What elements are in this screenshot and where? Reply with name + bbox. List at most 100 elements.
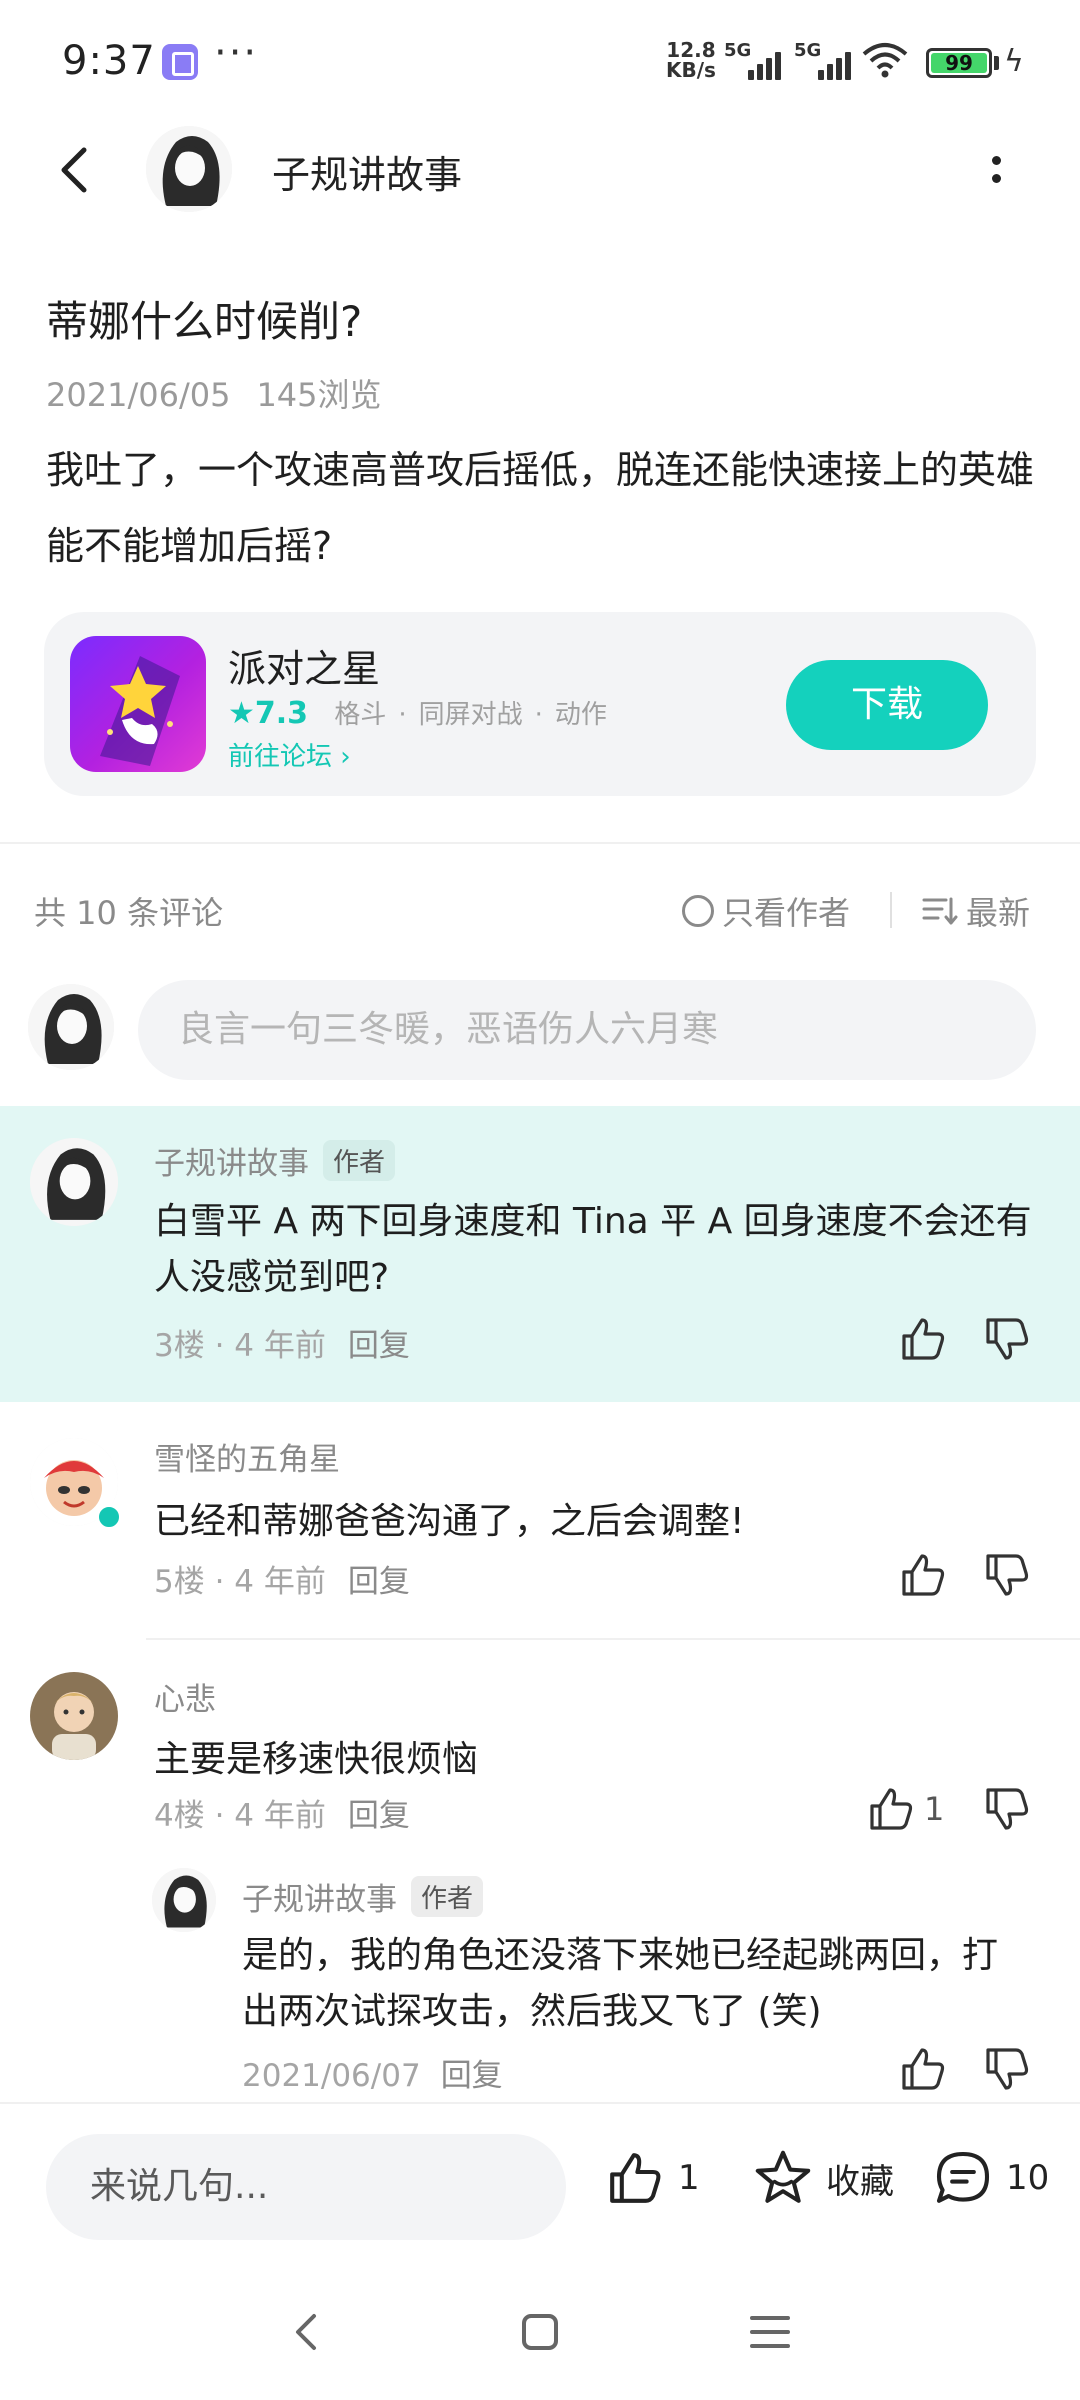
nav-back-icon[interactable] <box>278 2302 338 2362</box>
post-date: 2021/06/05 <box>46 376 231 414</box>
commenter-name[interactable]: 子规讲故事 作者 <box>154 1138 396 1183</box>
say-something-input[interactable]: 来说几句... <box>46 2134 566 2240</box>
comment-text: 已经和蒂娜爸爸沟通了，之后会调整! <box>154 1501 745 1542</box>
comment-text: 主要是移速快很烦恼 <box>154 1739 479 1780</box>
section-divider <box>0 842 1080 844</box>
game-icon[interactable] <box>70 636 206 772</box>
only-author-toggle[interactable]: 只看作者 <box>682 888 850 934</box>
nav-home-icon[interactable] <box>510 2302 570 2362</box>
thumbs-up-icon[interactable] <box>898 1550 948 1600</box>
star-icon <box>755 2150 811 2203</box>
status-time: 9:37 <box>62 38 156 84</box>
forum-link[interactable]: 前往论坛 › <box>228 736 351 773</box>
system-nav-bar <box>0 2262 1080 2400</box>
game-tag: 格斗 <box>334 700 387 730</box>
reply-button[interactable]: 回复 <box>348 1798 410 1834</box>
post-title: 蒂娜什么时候削? <box>46 297 363 346</box>
back-arrow-icon[interactable] <box>46 140 106 200</box>
game-card[interactable]: 派对之星 ★7.3 格斗 · 同屏对战 · 动作 前往论坛 › 下载 <box>44 612 1036 796</box>
game-tag: 动作 <box>554 700 607 730</box>
network-speed-unit: KB/s <box>666 58 716 82</box>
thumbs-up-icon[interactable] <box>866 1784 916 1834</box>
comment-text: 白雪平 A 两下回身速度和 Tina 平 A 回身速度不会还有人没感觉到吧? <box>154 1201 1032 1298</box>
thumbs-down-icon[interactable] <box>982 1550 1032 1600</box>
thumbs-down-icon[interactable] <box>982 1314 1032 1364</box>
toolbar-separator <box>890 892 892 928</box>
network-speed: 12.8 KB/s <box>666 40 716 80</box>
sort-label: 最新 <box>966 894 1031 932</box>
commenter-name-text: 雪怪的五角星 <box>154 1442 340 1478</box>
game-tag: 同屏对战 <box>418 700 523 730</box>
favorite-label: 收藏 <box>826 2161 894 2202</box>
author-avatar[interactable] <box>146 126 232 212</box>
sort-button[interactable]: 最新 <box>922 888 1030 934</box>
thumbs-down-icon[interactable] <box>982 2044 1032 2094</box>
comments-button[interactable]: 10 <box>932 2148 1049 2208</box>
commenter-name[interactable]: 心悲 <box>154 1674 216 1719</box>
post-comment-count: 10 <box>1006 2158 1050 2198</box>
signal-label-2: 5G <box>794 40 822 61</box>
signal-label: 5G <box>724 40 752 61</box>
thumbs-up-icon <box>610 2153 661 2203</box>
comment-meta: 5楼 · 4 年前 回复 <box>154 1556 410 1601</box>
radio-circle-icon <box>682 895 714 927</box>
thumbs-down-icon[interactable] <box>982 1784 1032 1834</box>
post-meta: 2021/06/05 145浏览 <box>46 370 382 416</box>
comment-item: 心悲 主要是移速快很烦恼 4楼 · 4 年前 回复 1 子规讲故事 作者 是的，我… <box>0 1640 1080 2100</box>
comment-count: 共 10 条评论 <box>34 894 224 932</box>
wifi-icon <box>862 43 908 78</box>
signal-icon: 5G <box>724 40 784 80</box>
battery-level: 99 <box>945 51 973 75</box>
more-notifications-icon: ··· <box>214 30 259 76</box>
author-badge: 作者 <box>323 1140 396 1181</box>
more-vertical-icon[interactable] <box>986 154 1006 194</box>
charging-icon: ϟ <box>1004 44 1024 79</box>
author-badge: 作者 <box>411 1876 484 1917</box>
reply-avatar[interactable] <box>152 1868 216 1932</box>
reply-button[interactable]: 回复 <box>348 1564 410 1600</box>
commenter-avatar[interactable] <box>30 1138 118 1226</box>
reply-text: 是的，我的角色还没落下来她已经起跳两回，打出两次试探攻击，然后我又飞了 (笑) <box>242 1935 999 2032</box>
favorite-button[interactable]: 收藏 <box>752 2148 894 2208</box>
reply-name[interactable]: 子规讲故事 作者 <box>242 1874 484 1919</box>
reply-button[interactable]: 回复 <box>348 1328 410 1364</box>
sort-icon <box>922 897 958 925</box>
thumbs-up-icon[interactable] <box>898 2044 948 2094</box>
game-meta: ★7.3 格斗 · 同屏对战 · 动作 <box>228 696 607 731</box>
reply-button[interactable]: 回复 <box>441 2058 503 2094</box>
battery-icon: 99 <box>926 48 992 78</box>
comment-meta: 4楼 · 4 年前 回复 <box>154 1790 410 1835</box>
network-speed-value: 12.8 <box>666 38 716 62</box>
comment-floor: 4楼 · 4 年前 <box>154 1798 326 1834</box>
verified-icon <box>96 1504 122 1530</box>
post-like-count: 1 <box>678 2158 700 2198</box>
comment-item: 雪怪的五角星 已经和蒂娜爸爸沟通了，之后会调整! 5楼 · 4 年前 回复 <box>0 1402 1080 1640</box>
signal-icon-2: 5G <box>794 40 854 80</box>
top-bar: 子规讲故事 <box>0 120 1080 230</box>
post-views: 145浏览 <box>256 376 382 414</box>
app-notification-icon <box>162 44 198 80</box>
comment-meta: 3楼 · 4 年前 回复 <box>154 1320 410 1365</box>
reply-date: 2021/06/07 <box>242 2058 421 2094</box>
my-avatar <box>28 984 114 1070</box>
download-button[interactable]: 下载 <box>786 660 988 750</box>
post-body: 我吐了，一个攻速高普攻后摇低，脱连还能快速接上的英雄能不能增加后摇? <box>46 448 1035 568</box>
like-count: 1 <box>924 1790 945 1828</box>
comment-floor: 5楼 · 4 年前 <box>154 1564 326 1600</box>
comment-item: 子规讲故事 作者 白雪平 A 两下回身速度和 Tina 平 A 回身速度不会还有… <box>0 1106 1080 1402</box>
like-post-button[interactable]: 1 <box>604 2148 700 2208</box>
thumbs-up-icon[interactable] <box>898 1314 948 1364</box>
commenter-name-text: 心悲 <box>154 1682 216 1718</box>
reply-name-text: 子规讲故事 <box>242 1882 397 1918</box>
bottom-action-bar: 来说几句... 1 收藏 10 <box>0 2102 1080 2262</box>
comment-input[interactable]: 良言一句三冬暖，恶语伤人六月寒 <box>138 980 1036 1080</box>
nav-menu-icon[interactable] <box>740 2302 800 2362</box>
only-author-label: 只看作者 <box>722 894 851 932</box>
commenter-name-text: 子规讲故事 <box>154 1146 309 1182</box>
comment-floor: 3楼 · 4 年前 <box>154 1328 326 1364</box>
header-title[interactable]: 子规讲故事 <box>272 144 462 199</box>
commenter-avatar[interactable] <box>30 1672 118 1760</box>
commenter-name[interactable]: 雪怪的五角星 <box>154 1434 340 1479</box>
game-rating: ★7.3 <box>228 696 309 731</box>
reply-meta: 2021/06/07 回复 <box>242 2050 503 2095</box>
